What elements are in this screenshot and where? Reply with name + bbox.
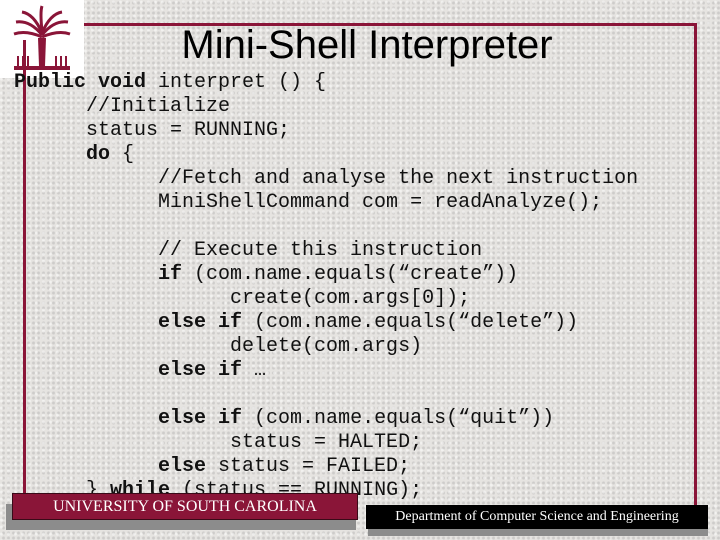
code-keyword: else if: [14, 359, 243, 382]
code-block: Public void interpret () { //Initialize …: [14, 71, 638, 527]
code-text: (com.name.equals(“quit”)): [242, 407, 555, 430]
code-keyword: else if: [14, 407, 243, 430]
code-text: (com.name.equals(“create”)): [182, 263, 519, 286]
code-line: MiniShellCommand com = readAnalyze();: [14, 191, 638, 215]
code-line: Public void interpret () {: [14, 71, 638, 95]
code-keyword: Public void: [14, 71, 147, 94]
code-line: // Execute this instruction: [14, 239, 638, 263]
code-text: //Fetch and analyse the next instruction: [14, 167, 639, 190]
code-line: else if (com.name.equals(“delete”)): [14, 311, 638, 335]
code-text: …: [242, 359, 267, 382]
code-text: // Execute this instruction: [14, 239, 483, 262]
code-line: delete(com.args): [14, 335, 638, 359]
code-text: (com.name.equals(“delete”)): [242, 311, 579, 334]
code-keyword: else: [14, 455, 207, 478]
code-text: {: [110, 143, 135, 166]
code-line: status = HALTED;: [14, 431, 638, 455]
code-text: status = HALTED;: [14, 431, 423, 454]
code-line: if (com.name.equals(“create”)): [14, 263, 638, 287]
palmetto-tree-icon: [13, 5, 71, 70]
code-keyword: do: [14, 143, 111, 166]
code-text: delete(com.args): [14, 335, 423, 358]
code-line: do {: [14, 143, 638, 167]
code-line: status = RUNNING;: [14, 119, 638, 143]
code-line: //Initialize: [14, 95, 638, 119]
code-keyword: if: [14, 263, 183, 286]
university-logo: [0, 0, 84, 78]
department-banner: Department of Computer Science and Engin…: [366, 505, 708, 529]
right-border-rule: [694, 23, 697, 505]
code-text: //Initialize: [14, 95, 231, 118]
code-line: else if (com.name.equals(“quit”)): [14, 407, 638, 431]
slide-title: Mini-Shell Interpreter: [181, 23, 553, 67]
code-line: else status = FAILED;: [14, 455, 638, 479]
code-text: MiniShellCommand com = readAnalyze();: [14, 191, 603, 214]
code-keyword: else if: [14, 311, 243, 334]
code-text: create(com.args[0]);: [14, 287, 471, 310]
code-text: interpret () {: [146, 71, 327, 94]
university-banner: UNIVERSITY OF SOUTH CAROLINA: [12, 493, 358, 520]
code-line: //Fetch and analyse the next instruction: [14, 167, 638, 191]
code-line: create(com.args[0]);: [14, 287, 638, 311]
code-text: status = RUNNING;: [14, 119, 291, 142]
code-text: status = FAILED;: [206, 455, 411, 478]
code-line: else if …: [14, 359, 638, 383]
